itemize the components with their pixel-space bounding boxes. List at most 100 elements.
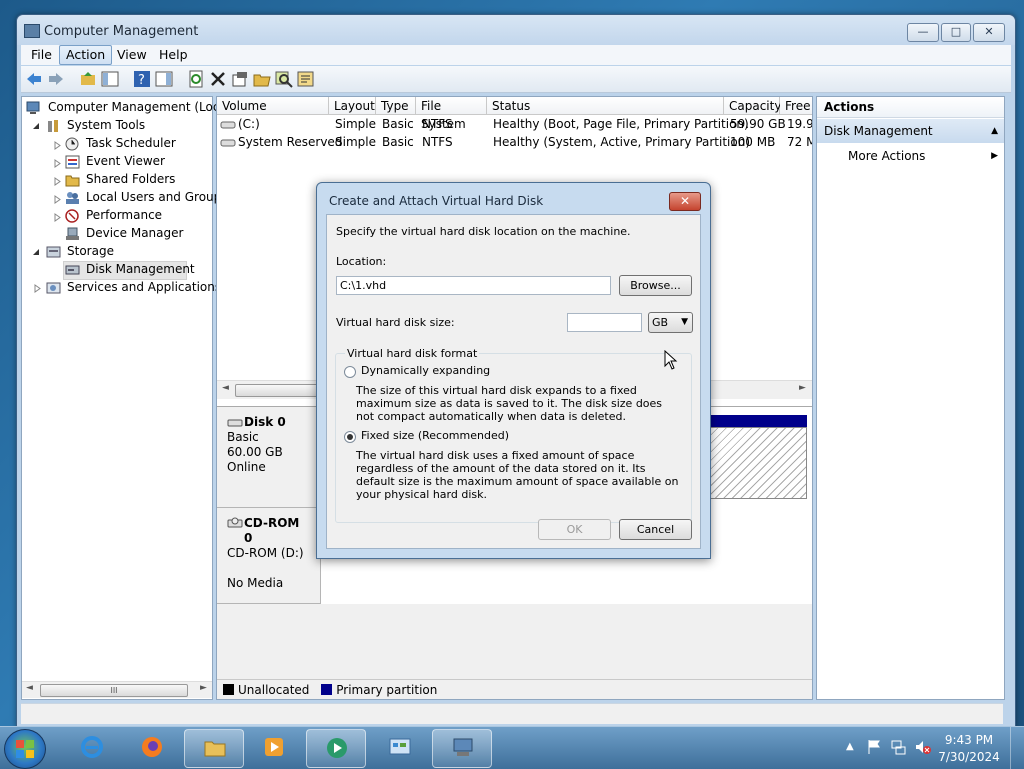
scroll-thumb[interactable] bbox=[235, 384, 327, 397]
collapsed-arrow-icon[interactable] bbox=[54, 195, 61, 204]
minimize-icon: — bbox=[917, 25, 929, 38]
scroll-left-icon[interactable]: ◄ bbox=[222, 383, 229, 393]
open-folder-icon[interactable] bbox=[253, 70, 271, 88]
column-volume[interactable]: Volume bbox=[217, 97, 329, 115]
computer-management-icon bbox=[24, 24, 40, 38]
close-button[interactable]: ✕ bbox=[973, 23, 1005, 42]
browse-button[interactable]: Browse... bbox=[619, 275, 692, 296]
fixed-label[interactable]: Fixed size (Recommended) bbox=[361, 429, 509, 442]
ok-button[interactable]: OK bbox=[538, 519, 611, 540]
volume-fs: NTFS bbox=[422, 117, 453, 131]
delete-icon[interactable] bbox=[209, 70, 227, 88]
column-free[interactable]: Free bbox=[780, 97, 812, 115]
disk0-label[interactable]: Disk 0 Basic 60.00 GB Online bbox=[217, 407, 321, 508]
title-bar[interactable]: Computer Management — □ ✕ bbox=[17, 15, 1015, 45]
show-action-pane-icon[interactable] bbox=[155, 70, 173, 88]
tree-item-local-users[interactable]: Local Users and Groups bbox=[86, 189, 228, 206]
tree-item-task-scheduler[interactable]: Task Scheduler bbox=[86, 135, 176, 152]
volume-fs: NTFS bbox=[422, 135, 453, 149]
refresh-icon[interactable] bbox=[187, 70, 205, 88]
action-center-flag-icon[interactable] bbox=[866, 739, 882, 755]
clock-date[interactable]: 7/30/2024 bbox=[934, 750, 1004, 764]
network-icon[interactable] bbox=[890, 739, 906, 755]
taskbar-control-panel[interactable] bbox=[370, 729, 428, 766]
maximize-icon: □ bbox=[950, 25, 962, 38]
volume-muted-icon[interactable] bbox=[914, 739, 932, 755]
column-status[interactable]: Status bbox=[487, 97, 724, 115]
tree-item-shared-folders[interactable]: Shared Folders bbox=[86, 171, 175, 188]
performance-icon bbox=[65, 209, 79, 223]
size-input[interactable] bbox=[567, 313, 642, 332]
column-capacity[interactable]: Capacity bbox=[724, 97, 781, 115]
expanded-arrow-icon[interactable] bbox=[32, 122, 40, 130]
partition-block[interactable] bbox=[709, 427, 807, 499]
start-button[interactable] bbox=[4, 729, 46, 769]
cdrom-type: CD-ROM (D:) bbox=[227, 546, 304, 560]
cdrom-label[interactable]: CD-ROM 0 CD-ROM (D:) No Media bbox=[217, 508, 321, 604]
taskbar-media-player[interactable] bbox=[244, 729, 302, 766]
dialog-close-button[interactable]: ✕ bbox=[669, 192, 701, 211]
back-arrow-icon[interactable] bbox=[25, 70, 43, 88]
cancel-button[interactable]: Cancel bbox=[619, 519, 692, 540]
actions-section-disk-management[interactable]: Disk Management ▲ bbox=[817, 119, 1004, 143]
taskbar-app-green[interactable] bbox=[306, 729, 366, 768]
tree-item-disk-management[interactable]: Disk Management bbox=[86, 261, 195, 278]
column-file-system[interactable]: File System bbox=[416, 97, 487, 131]
more-actions-item[interactable]: More Actions bbox=[848, 145, 925, 167]
maximize-button[interactable]: □ bbox=[941, 23, 971, 42]
tree-item-device-manager[interactable]: Device Manager bbox=[86, 225, 183, 242]
menu-action[interactable]: Action bbox=[59, 45, 113, 65]
taskbar-explorer[interactable] bbox=[184, 729, 244, 768]
menu-help[interactable]: Help bbox=[153, 46, 194, 64]
collapsed-arrow-icon[interactable] bbox=[54, 141, 61, 150]
tree-item-performance[interactable]: Performance bbox=[86, 207, 162, 224]
wizard-icon[interactable] bbox=[297, 70, 315, 88]
scroll-right-icon[interactable]: ► bbox=[799, 383, 806, 393]
show-desktop-button[interactable] bbox=[1010, 727, 1024, 769]
expanded-arrow-icon[interactable] bbox=[32, 248, 40, 256]
collapsed-arrow-icon[interactable] bbox=[54, 159, 61, 168]
forward-arrow-icon[interactable] bbox=[47, 70, 65, 88]
scroll-left-icon[interactable]: ◄ bbox=[26, 683, 33, 693]
menu-file[interactable]: File bbox=[25, 46, 58, 64]
collapsed-arrow-icon[interactable] bbox=[54, 177, 61, 186]
show-hide-tree-icon[interactable] bbox=[101, 70, 119, 88]
tray-expand-icon[interactable]: ▲ bbox=[846, 741, 854, 752]
taskbar-firefox[interactable] bbox=[122, 729, 180, 766]
help-icon[interactable]: ? bbox=[133, 70, 151, 88]
volume-capacity: 100 MB bbox=[730, 135, 776, 149]
taskbar-ie[interactable] bbox=[62, 729, 120, 766]
scroll-thumb[interactable]: III bbox=[40, 684, 188, 697]
collapsed-arrow-icon[interactable] bbox=[34, 284, 41, 293]
minimize-button[interactable]: — bbox=[907, 23, 939, 42]
tree-horizontal-scrollbar[interactable]: ◄ III ► bbox=[22, 681, 212, 698]
find-icon[interactable] bbox=[275, 70, 293, 88]
collapsed-arrow-icon[interactable] bbox=[54, 213, 61, 222]
svg-text:?: ? bbox=[138, 73, 145, 88]
dynamic-radio[interactable] bbox=[344, 366, 356, 378]
tree-item-event-viewer[interactable]: Event Viewer bbox=[86, 153, 165, 170]
taskbar-computer-management[interactable] bbox=[432, 729, 492, 768]
tree-item-services[interactable]: Services and Applications bbox=[67, 279, 221, 296]
fixed-radio[interactable] bbox=[344, 431, 356, 443]
dynamic-label[interactable]: Dynamically expanding bbox=[361, 364, 490, 377]
collapse-up-icon[interactable]: ▲ bbox=[991, 119, 998, 143]
tree-item-storage[interactable]: Storage bbox=[67, 243, 114, 260]
location-input[interactable]: C:\1.vhd bbox=[336, 276, 611, 295]
column-type[interactable]: Type bbox=[376, 97, 416, 115]
clock-time[interactable]: 9:43 PM bbox=[934, 733, 1004, 747]
tree-item-root[interactable]: Computer Management (Local bbox=[48, 99, 230, 116]
scroll-right-icon[interactable]: ► bbox=[200, 683, 207, 693]
status-bar bbox=[21, 703, 1003, 724]
up-folder-icon[interactable] bbox=[79, 70, 97, 88]
submenu-arrow-icon[interactable]: ▶ bbox=[991, 151, 998, 161]
volume-type: Basic bbox=[382, 135, 414, 149]
menu-view[interactable]: View bbox=[111, 46, 153, 64]
firefox-icon bbox=[142, 737, 162, 757]
fixed-description: The virtual hard disk uses a fixed amoun… bbox=[356, 449, 679, 501]
tree-item-system-tools[interactable]: System Tools bbox=[67, 117, 145, 134]
column-layout[interactable]: Layout bbox=[329, 97, 376, 115]
properties-icon[interactable] bbox=[231, 70, 249, 88]
unit-select[interactable]: GB ▼ bbox=[648, 312, 693, 333]
